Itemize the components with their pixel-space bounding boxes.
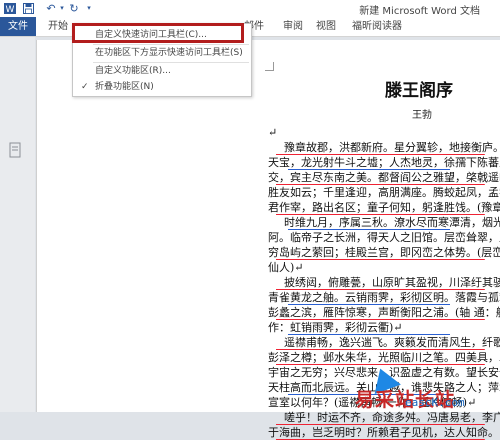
text-line: 作：虹销雨霁，彩彻云衢)↵ — [268, 320, 500, 335]
tab-review[interactable]: 审阅 — [283, 17, 303, 36]
menu-item-customize-ribbon[interactable]: 自定义功能区(R)... — [73, 63, 251, 79]
menu-item-label: 折叠功能区(N) — [95, 82, 154, 92]
text-line: 彭泽之樽；邺水朱华，光照临川之笔。四美具，二难并。穷睇眄于中 — [268, 350, 500, 365]
text-line: 披绣闼，俯雕甍，山原旷其盈视，川泽纡其骇瞩。闾阎 — [268, 275, 500, 290]
undo-dropdown-icon[interactable]: ▾ — [56, 3, 68, 14]
customize-qat-dropdown-icon[interactable]: ▾ — [83, 3, 95, 14]
checkmark-icon: ✓ — [81, 82, 89, 92]
menu-item-label: 自定义功能区(R)... — [95, 66, 171, 76]
save-icon[interactable] — [22, 3, 34, 14]
svg-text:W: W — [6, 5, 15, 14]
window-title: 新建 Microsoft Word 文档 — [359, 6, 480, 17]
title-bar: W ↶ ▾ ↻ ▾ 新建 Microsoft Word 文档 — [0, 0, 500, 17]
tab-home[interactable]: 开始 — [48, 17, 68, 36]
text-line: 豫章故郡，洪都新府。星分翼轸，地接衡庐。襟三江 — [268, 140, 500, 155]
text-line: 穷岛屿之萦回；桂殿兰宫，即冈峦之体势。(层峦 一作： — [268, 245, 500, 260]
page-marker-icon — [9, 142, 21, 158]
highlight-box — [72, 23, 244, 43]
text-line: ↵ — [268, 126, 278, 139]
left-margin-bar — [0, 37, 35, 412]
margin-corner-mark — [265, 62, 274, 71]
menu-item-label: 在功能区下方显示快速访问工具栏(S) — [95, 48, 243, 58]
menu-item-collapse-ribbon[interactable]: ✓ 折叠功能区(N) — [73, 79, 251, 95]
text-line: 阿。临帝子之长洲，得天人之旧馆。层峦耸翠，上出重霄 — [268, 231, 500, 244]
text-line: 胜友如云；千里逢迎，高朋满座。腾蛟起凤，孟学士之词 — [268, 186, 500, 199]
watermark-url: eascK.com — [405, 396, 465, 409]
document-title: 滕王阁序 — [385, 81, 453, 101]
tab-foxit-reader[interactable]: 福昕阅读器 — [352, 17, 402, 36]
text-line: 彭蠡之滨，雁阵惊寒，声断衡阳之浦。(轴 通：舳；迷津 — [268, 305, 500, 320]
document-author: 王勃 — [412, 110, 432, 121]
tab-file[interactable]: 文件 — [0, 17, 36, 36]
text-line: 仙人)↵ — [268, 261, 304, 274]
text-line: 遥襟甫畅，逸兴遄飞。爽籁发而清风生，纤歌凝而白 — [268, 335, 500, 350]
text-line: 天宝，龙光射牛斗之墟；人杰地灵，徐孺下陈蕃之榻。雄 — [268, 155, 500, 170]
text-line: 交，宾主尽东南之美。都督阎公之雅望，棨戟遥临；宇文新 — [268, 170, 500, 185]
text-line: 嗟乎！时运不齐，命途多舛。冯唐易老，李广难封。 — [268, 410, 500, 425]
text-line: 于海曲，岂乏明时？所赖君子见机，达人知命。 — [268, 425, 500, 440]
text-line: 青雀黄龙之舳。云销雨霁，彩彻区明。落霞与孤鹜齐飞， — [268, 290, 500, 305]
text-line: 时维九月，序属三秋。潦水尽而寒潭清，烟光凝而暮 — [268, 215, 500, 230]
redo-icon[interactable]: ↻ — [68, 3, 80, 14]
text-line: 君作宰，路出名区；童子何知，躬逢胜饯。(豫章故郡 一 — [268, 200, 500, 215]
menu-item-show-below-ribbon[interactable]: 在功能区下方显示快速访问工具栏(S) — [73, 45, 251, 61]
word-logo-icon[interactable]: W — [4, 3, 16, 15]
tab-view[interactable]: 视图 — [316, 17, 336, 36]
